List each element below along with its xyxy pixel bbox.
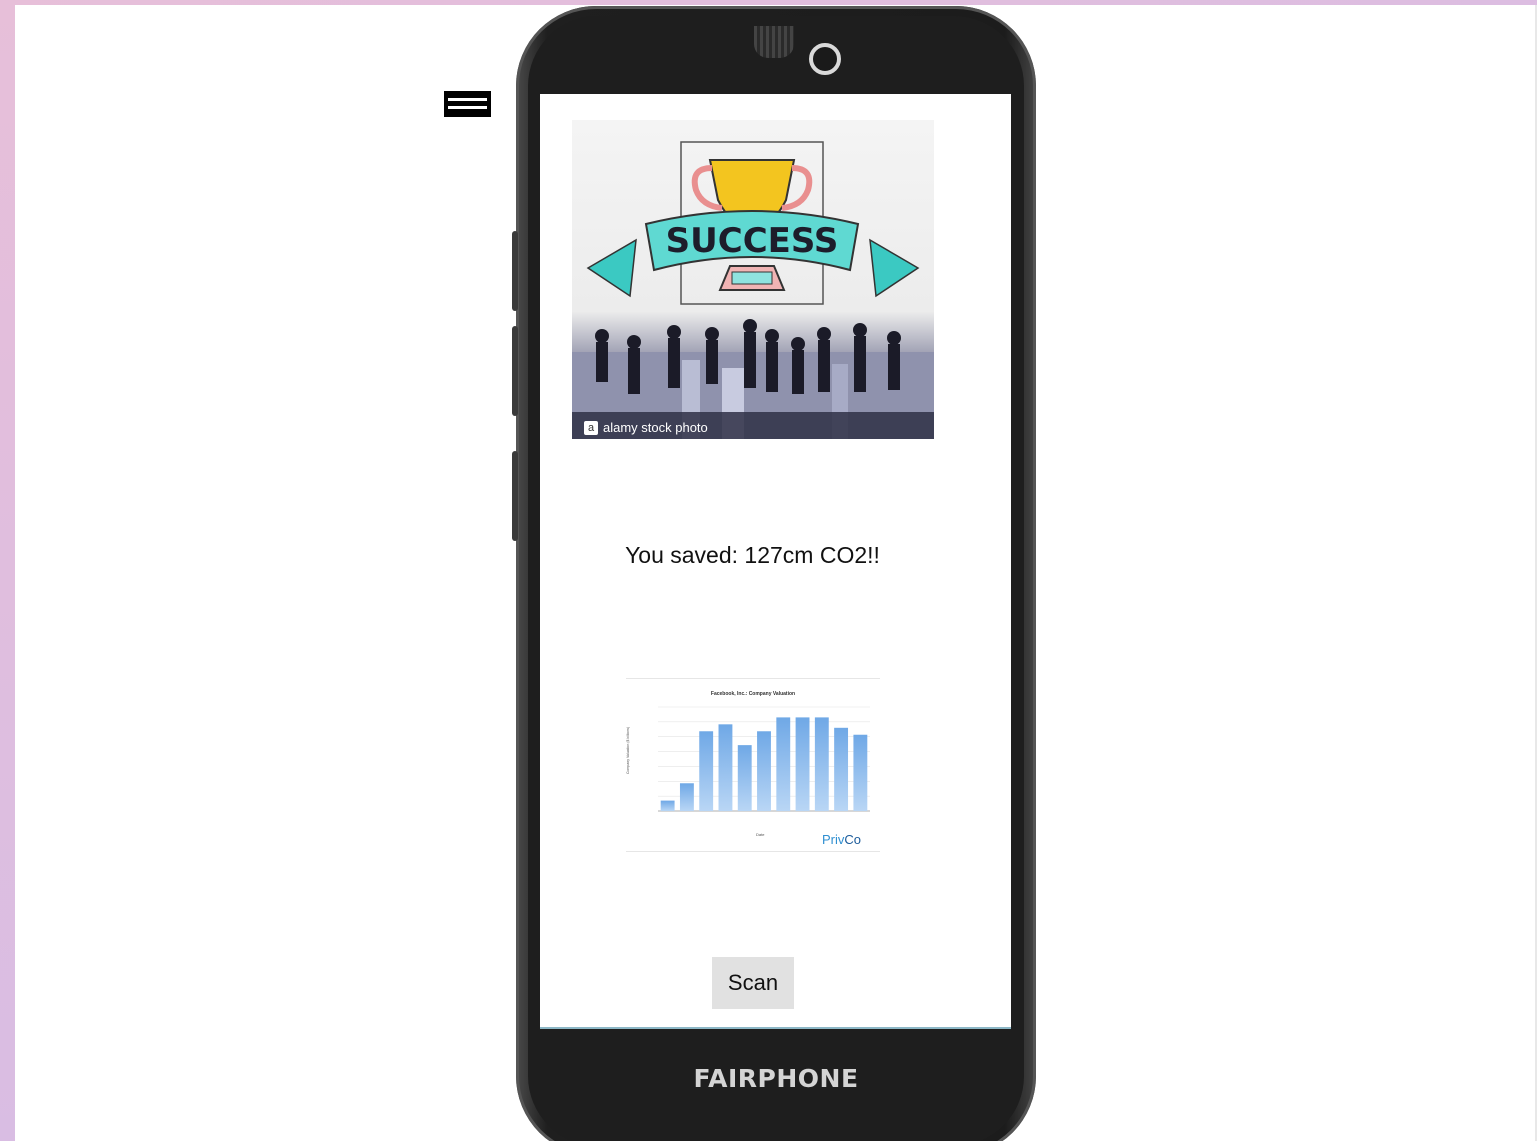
volume-button	[512, 231, 518, 311]
hamburger-menu-button[interactable]	[444, 91, 491, 117]
co2-saved-message: You saved: 127cm CO2!!	[625, 542, 880, 568]
privco-logo-prefix: Priv	[822, 832, 845, 847]
screen-bottom-edge	[540, 1027, 1011, 1029]
chart-bar	[737, 745, 752, 811]
front-camera-icon	[809, 43, 841, 75]
device-brand-logo: FAIRPHONE	[693, 1064, 859, 1093]
chart-bar	[679, 783, 694, 811]
chart-bar	[699, 731, 714, 811]
chart-bar	[660, 800, 675, 811]
app-screen: SUCCESS a alamy stock photo You saved: 1…	[540, 94, 1011, 1028]
success-illustration: SUCCESS	[572, 141, 934, 439]
power-button	[512, 451, 518, 541]
valuation-chart: Facebook, Inc.: Company Valuation Compan…	[626, 678, 880, 852]
menu-icon-bar	[448, 98, 487, 101]
privco-logo-suffix: Co	[844, 832, 862, 847]
chart-plot	[658, 706, 870, 812]
chart-bar	[853, 734, 868, 811]
chart-bar	[795, 717, 810, 811]
background-gradient-top	[0, 0, 1537, 5]
chart-bar	[776, 717, 791, 811]
chart-x-axis-label: Date	[756, 832, 765, 837]
chart-bar	[757, 731, 771, 811]
chart-bar	[718, 724, 733, 811]
menu-icon-bar	[448, 106, 487, 109]
alamy-logo-icon: a	[584, 420, 598, 435]
scan-button[interactable]: Scan	[712, 957, 794, 1009]
watermark-text: alamy stock photo	[603, 420, 708, 435]
chart-bar	[814, 717, 829, 811]
earpiece-speaker	[754, 26, 794, 58]
privco-logo: PrivCo	[822, 832, 861, 847]
banner-text: SUCCESS	[666, 221, 839, 261]
success-image: SUCCESS a alamy stock photo	[572, 120, 934, 439]
background-gradient-left	[0, 0, 15, 1141]
volume-button	[512, 326, 518, 416]
image-watermark: a alamy stock photo	[584, 420, 708, 435]
chart-bar	[834, 727, 849, 811]
